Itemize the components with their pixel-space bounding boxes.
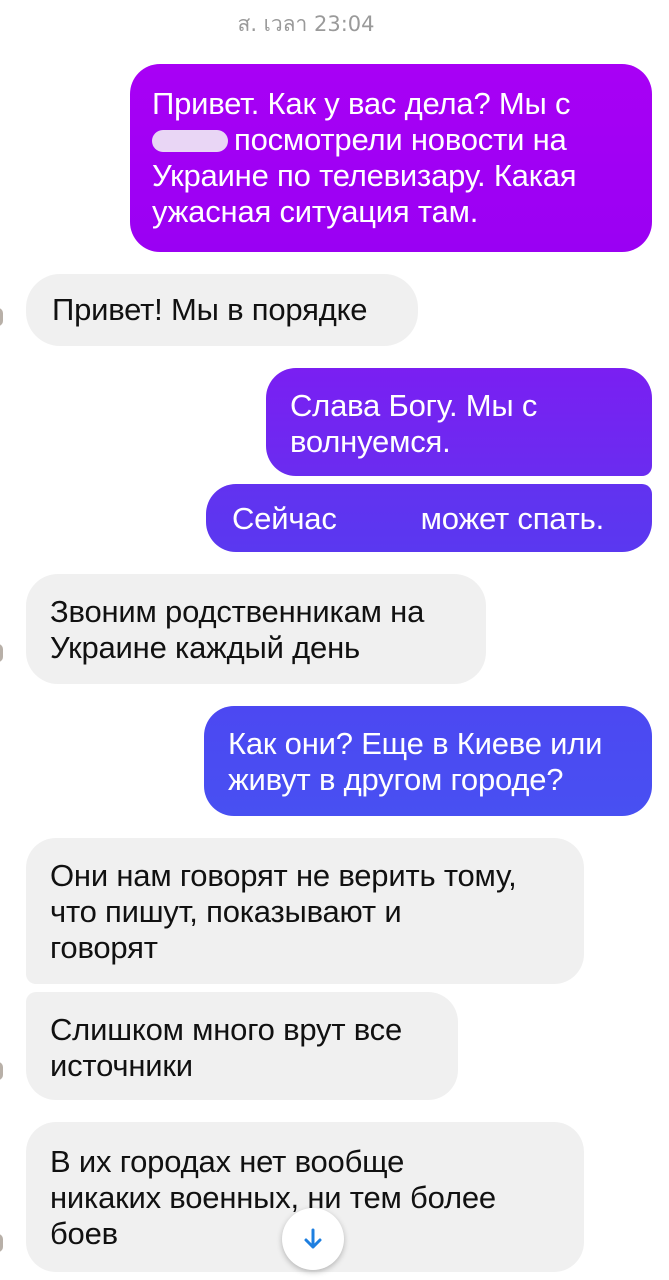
message-text-line: живут в другом городе?: [228, 762, 564, 797]
message-bubble-incoming[interactable]: Они нам говорят не верить тому, что пишу…: [26, 838, 584, 984]
message-timestamp: ส. เวลา 23:04: [237, 12, 375, 36]
message-text-line: что пишут, показывают и: [50, 894, 402, 929]
message-text-line: посмотрели новости на: [234, 122, 567, 157]
message-text-line: Слишком много врут все: [50, 1012, 403, 1047]
message-text-line: Как они? Еще в Киеве или: [228, 726, 603, 761]
message-text-line: В их городах нет вообще: [50, 1144, 405, 1179]
message-text-line: Украине каждый день: [50, 630, 360, 665]
avatar[interactable]: [0, 644, 3, 662]
redacted-name: [152, 130, 228, 152]
message-bubble-incoming[interactable]: Слишком много врут все источники: [26, 992, 458, 1100]
message-text-line: Привет. Как у вас дела? Мы с: [152, 86, 571, 121]
message-bubble-incoming[interactable]: Звоним родственникам на Украине каждый д…: [26, 574, 486, 684]
message-bubble-outgoing[interactable]: Сейчас может спать.: [206, 484, 652, 552]
message-text-line: Слава Богу. Мы с: [290, 388, 538, 423]
message-bubble-incoming[interactable]: Привет! Мы в порядке: [26, 274, 418, 346]
avatar[interactable]: [0, 1234, 3, 1252]
message-text-line: Привет! Мы в порядке: [52, 292, 368, 327]
avatar[interactable]: [0, 308, 3, 326]
message-text-line: ужасная ситуация там.: [152, 194, 479, 229]
message-text-line: Они нам говорят не верить тому,: [50, 858, 517, 893]
message-text-line: говорят: [50, 930, 158, 965]
message-text-line: может спать.: [420, 501, 605, 536]
message-bubble-outgoing[interactable]: Привет. Как у вас дела? Мы с посмотрели …: [130, 64, 652, 252]
message-text-line: источники: [50, 1048, 193, 1083]
message-text-line: волнуемся.: [290, 424, 451, 459]
arrow-down-icon: [304, 1228, 322, 1249]
message-text-line: Украине по телевизару. Какая: [152, 158, 577, 193]
avatar[interactable]: [0, 1062, 3, 1080]
message-text-line: Сейчас: [232, 501, 337, 536]
scroll-to-bottom-button[interactable]: [282, 1208, 344, 1270]
message-bubble-outgoing[interactable]: Слава Богу. Мы с волнуемся.: [266, 368, 652, 476]
message-text-line: Звоним родственникам на: [50, 594, 425, 629]
message-bubble-outgoing[interactable]: Как они? Еще в Киеве или живут в другом …: [204, 706, 652, 816]
